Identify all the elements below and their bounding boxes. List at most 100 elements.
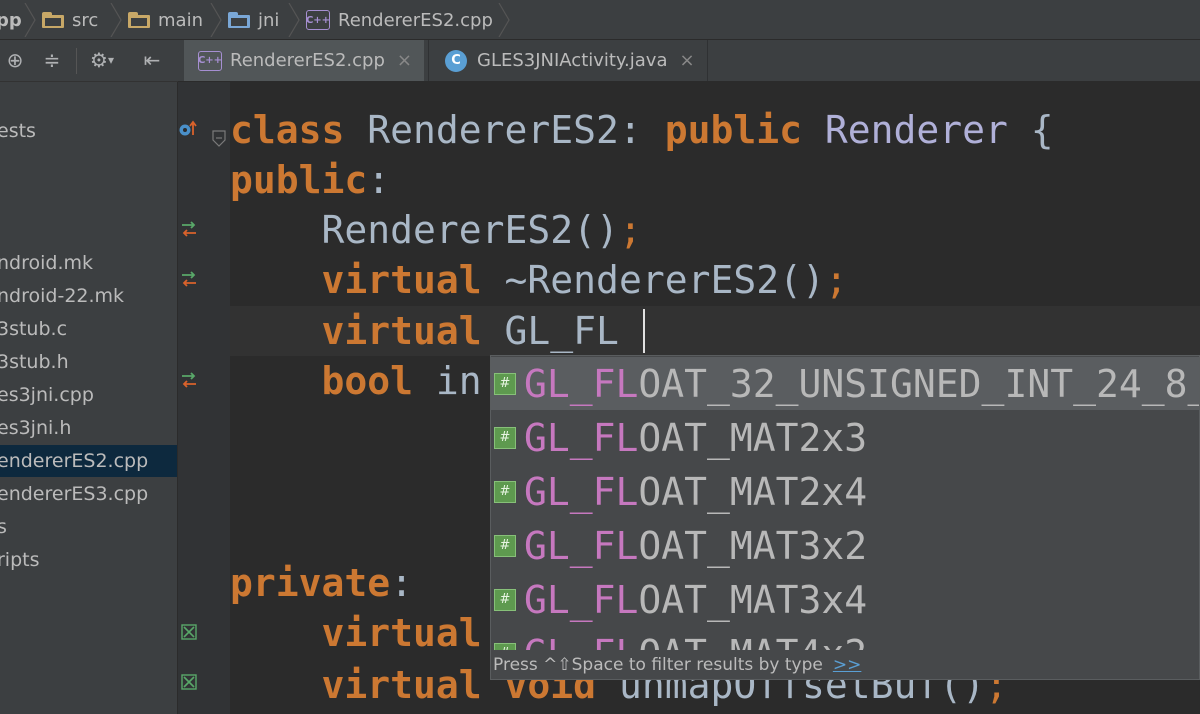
tree-item[interactable]: endererES3.cpp	[0, 478, 177, 510]
macro-icon: #	[494, 480, 516, 503]
completion-match: GL_FL	[524, 415, 639, 460]
tree-item-label: ndroid.mk	[0, 252, 94, 274]
keyword: public	[664, 108, 802, 152]
project-tree[interactable]: ests ndroid.mk ndroid-22.mk 3stub.c 3stu…	[0, 82, 178, 714]
punctuation: :	[390, 561, 414, 605]
punctuation: ;	[824, 258, 848, 302]
tab-label: RendererES2.cpp	[230, 50, 385, 71]
keyword: virtual	[230, 309, 482, 353]
dropdown-arrow-icon: ▾	[107, 53, 114, 67]
completion-match: GL_FL	[524, 577, 639, 622]
tree-item-label: ripts	[0, 549, 40, 571]
keyword: private	[230, 561, 391, 605]
tab-renderer-es2[interactable]: C++ RendererES2.cpp ×	[184, 40, 424, 81]
breadcrumb-item-project[interactable]: pp	[0, 0, 22, 40]
scroll-from-source-icon[interactable]: ⊕	[1, 46, 29, 74]
code-line: bool in	[230, 356, 482, 406]
completion-rest: OAT_MAT3x4	[638, 577, 868, 622]
tree-item[interactable]: ripts	[0, 544, 177, 576]
typed-text: GL_FL	[481, 309, 619, 353]
more-link[interactable]: >>	[833, 655, 862, 675]
completion-rest: OAT_32_UNSIGNED_INT_24_8_REV	[638, 361, 1199, 406]
tree-item-selected[interactable]: endererES2.cpp	[0, 445, 177, 477]
settings-icon[interactable]: ⚙ ▾	[88, 46, 116, 74]
breadcrumb-item-src[interactable]: src	[42, 0, 98, 40]
tree-item-label: endererES2.cpp	[0, 450, 149, 472]
completion-item[interactable]: # GL_FL OAT_MAT3x4	[491, 573, 1199, 626]
code-line: virtual	[230, 608, 482, 658]
tree-item[interactable]: 3stub.h	[0, 346, 177, 378]
code-line: public:	[230, 155, 390, 205]
tree-item-label: s	[0, 511, 7, 543]
tree-item-label: ndroid-22.mk	[0, 285, 125, 307]
completion-item[interactable]: # GL_FLOAT_32_UNSIGNED_INT_24_8_REV	[491, 357, 1199, 410]
text-cursor	[643, 309, 645, 353]
keyword: virtual	[230, 258, 482, 302]
tree-item[interactable]: ests	[0, 115, 177, 147]
related-symbol-icon[interactable]	[180, 271, 198, 287]
identifier: RendererES2()	[230, 208, 619, 252]
tree-item-label: 3stub.h	[0, 351, 69, 373]
gear-icon: ⚙	[90, 48, 108, 72]
identifier: ~RendererES2()	[481, 258, 825, 302]
collapse-all-icon[interactable]: ≑	[38, 46, 66, 74]
breadcrumb-item-jni[interactable]: jni	[228, 0, 279, 40]
completion-rest: OAT_MAT2x4	[638, 469, 868, 514]
tree-item[interactable]: ndroid.mk	[0, 247, 177, 279]
tree-item[interactable]: es3jni.h	[0, 412, 177, 444]
keyword: virtual	[230, 611, 482, 655]
breadcrumb-item-main[interactable]: main	[128, 0, 203, 40]
code-line: private:	[230, 558, 413, 608]
related-symbol-icon[interactable]	[180, 372, 198, 388]
completion-hint: Press ^⇧Space to filter results by type	[493, 655, 823, 675]
breadcrumb-label: src	[72, 9, 99, 31]
navigation-bar: pp src main jni C++ RendererES2.cpp	[0, 0, 1200, 40]
tab-gles3jni-activity[interactable]: C GLES3JNIActivity.java ×	[428, 40, 708, 81]
close-icon[interactable]: ×	[397, 50, 412, 71]
close-icon[interactable]: ×	[680, 50, 695, 71]
code-line: RendererES2();	[230, 205, 642, 255]
identifier: RendererES2:	[344, 108, 665, 152]
completion-item[interactable]: # GL_FL OAT_MAT2x3	[491, 411, 1199, 464]
tree-item-label: es3jni.h	[0, 417, 72, 439]
related-symbol-icon[interactable]	[180, 221, 198, 237]
tree-item[interactable]: s	[0, 511, 177, 543]
implements-icon[interactable]	[178, 119, 200, 139]
cpp-file-icon: C++	[306, 10, 330, 30]
completion-item[interactable]: # GL_FL OAT_MAT2x4	[491, 465, 1199, 518]
code-line: class RendererES2: public Renderer {	[230, 105, 1054, 155]
breadcrumb-separator-icon	[498, 3, 510, 37]
breadcrumb-label: jni	[258, 9, 280, 31]
fold-icon[interactable]	[212, 130, 226, 148]
completion-footer: Press ^⇧Space to filter results by type >…	[491, 650, 1199, 679]
breadcrumb-separator-icon	[210, 3, 222, 37]
macro-icon: #	[494, 588, 516, 611]
editor-tab-bar: C++ RendererES2.cpp × C GLES3JNIActivity…	[178, 40, 1200, 82]
tree-item-label: endererES3.cpp	[0, 483, 149, 505]
punctuation: {	[1007, 108, 1054, 152]
completion-match: GL_FL	[524, 469, 639, 514]
breadcrumb-item-file[interactable]: C++ RendererES2.cpp	[306, 0, 493, 40]
tree-item[interactable]: es3jni.cpp	[0, 379, 177, 411]
declaration-icon[interactable]	[181, 624, 197, 640]
macro-icon: #	[494, 426, 516, 449]
toolbar-divider	[76, 48, 77, 74]
declaration-icon[interactable]	[181, 674, 197, 690]
folder-icon	[128, 12, 150, 28]
breadcrumb-separator-icon	[288, 3, 300, 37]
folder-icon	[42, 12, 64, 28]
completion-rest: OAT_MAT3x2	[638, 523, 868, 568]
breadcrumb-separator-icon	[24, 3, 36, 37]
tree-item[interactable]: ndroid-22.mk	[0, 280, 177, 312]
editor-gutter[interactable]	[178, 82, 230, 714]
keyword: virtual	[230, 663, 482, 707]
cpp-file-icon: C++	[198, 50, 222, 71]
completion-item[interactable]: # GL_FL OAT_MAT3x2	[491, 519, 1199, 572]
tree-item-label: ests	[0, 120, 36, 142]
tree-item-label: 3stub.c	[0, 318, 68, 340]
hide-icon[interactable]: ⇤	[138, 46, 166, 74]
code-completion-popup[interactable]: # GL_FLOAT_32_UNSIGNED_INT_24_8_REV # GL…	[490, 355, 1200, 680]
code-line-current: virtual GL_FL	[230, 306, 619, 356]
tree-item[interactable]: 3stub.c	[0, 313, 177, 345]
tree-item-label: es3jni.cpp	[0, 384, 94, 406]
